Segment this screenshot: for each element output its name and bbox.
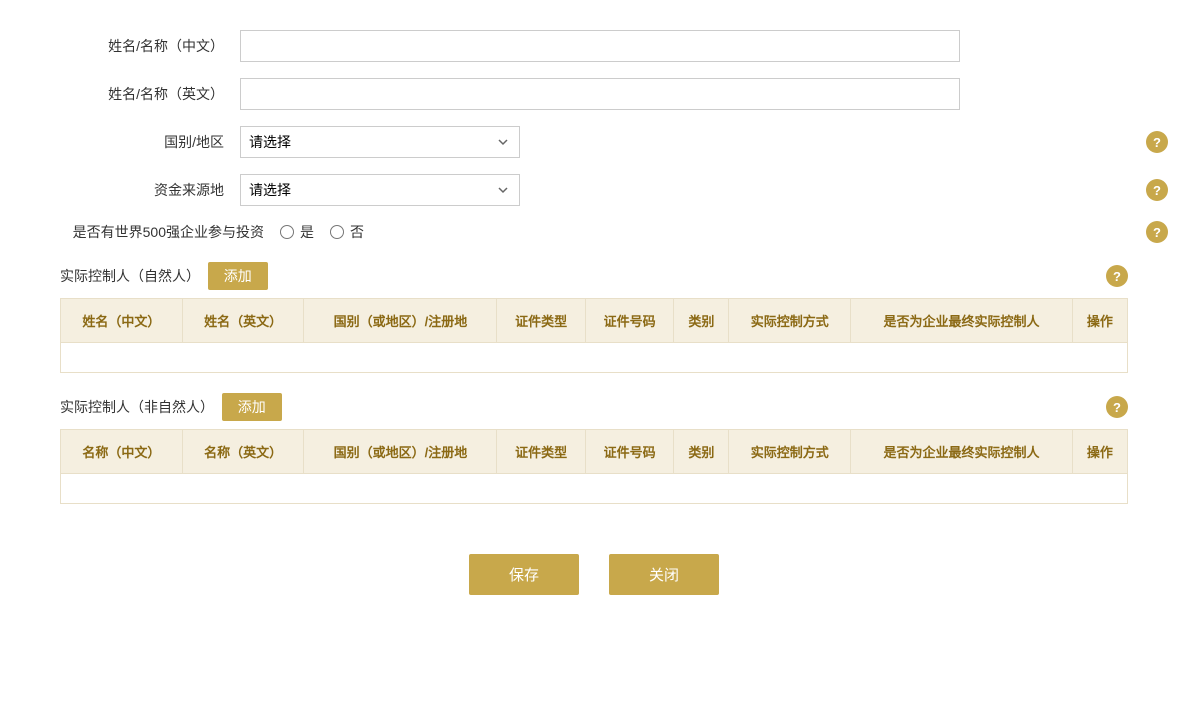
bottom-buttons: 保存 关闭: [60, 554, 1128, 595]
close-button[interactable]: 关闭: [609, 554, 719, 595]
non-natural-person-empty-row: [61, 474, 1128, 504]
col-org-name-en: 名称（英文）: [182, 430, 304, 474]
world500-radio-group: 是 否: [280, 222, 364, 242]
col-country: 国别（或地区）/注册地: [304, 299, 497, 343]
non-natural-person-table: 名称（中文） 名称（英文） 国别（或地区）/注册地 证件类型 证件号码 类别 实…: [60, 429, 1128, 504]
fund-source-select[interactable]: 请选择: [240, 174, 520, 206]
col-name-en: 姓名（英文）: [182, 299, 304, 343]
col-org-control-method: 实际控制方式: [729, 430, 851, 474]
col-org-operation: 操作: [1072, 430, 1127, 474]
name-cn-label: 姓名/名称（中文）: [60, 36, 240, 56]
fund-source-help-icon[interactable]: ?: [1146, 179, 1168, 201]
country-help-icon[interactable]: ?: [1146, 131, 1168, 153]
fund-source-label: 资金来源地: [60, 180, 240, 200]
natural-person-section: 实际控制人（自然人） 添加 ? 姓名（中文） 姓名（英文） 国别（或地区）/注册…: [60, 262, 1128, 373]
col-org-country: 国别（或地区）/注册地: [304, 430, 497, 474]
non-natural-person-empty-cell: [61, 474, 1128, 504]
natural-person-table: 姓名（中文） 姓名（英文） 国别（或地区）/注册地 证件类型 证件号码 类别 实…: [60, 298, 1128, 373]
col-cert-no: 证件号码: [585, 299, 673, 343]
col-operation: 操作: [1072, 299, 1127, 343]
name-cn-input[interactable]: [240, 30, 960, 62]
country-select[interactable]: 请选择: [240, 126, 520, 158]
natural-person-header: 实际控制人（自然人） 添加 ?: [60, 262, 1128, 290]
natural-person-empty-row: [61, 343, 1128, 373]
country-row: 国别/地区 请选择 ?: [60, 126, 1128, 158]
col-org-cert-type: 证件类型: [497, 430, 585, 474]
non-natural-person-help-icon[interactable]: ?: [1106, 396, 1128, 418]
col-org-cert-no: 证件号码: [585, 430, 673, 474]
natural-person-table-header: 姓名（中文） 姓名（英文） 国别（或地区）/注册地 证件类型 证件号码 类别 实…: [61, 299, 1128, 343]
name-en-label: 姓名/名称（英文）: [60, 84, 240, 104]
non-natural-person-table-header: 名称（中文） 名称（英文） 国别（或地区）/注册地 证件类型 证件号码 类别 实…: [61, 430, 1128, 474]
save-button[interactable]: 保存: [469, 554, 579, 595]
natural-person-help-icon[interactable]: ?: [1106, 265, 1128, 287]
world500-no-option[interactable]: 否: [330, 222, 364, 242]
world500-yes-label: 是: [300, 222, 314, 242]
world500-yes-option[interactable]: 是: [280, 222, 314, 242]
col-category: 类别: [674, 299, 729, 343]
natural-person-title: 实际控制人（自然人）: [60, 266, 200, 286]
world500-help-icon[interactable]: ?: [1146, 221, 1168, 243]
col-name-cn: 姓名（中文）: [61, 299, 183, 343]
main-form: 姓名/名称（中文） 姓名/名称（英文） 国别/地区 请选择 ? 资金来源地 请选…: [60, 30, 1128, 242]
natural-person-empty-cell: [61, 343, 1128, 373]
world500-no-radio[interactable]: [330, 225, 344, 239]
non-natural-person-header: 实际控制人（非自然人） 添加 ?: [60, 393, 1128, 421]
world500-yes-radio[interactable]: [280, 225, 294, 239]
non-natural-person-section: 实际控制人（非自然人） 添加 ? 名称（中文） 名称（英文） 国别（或地区）/注…: [60, 393, 1128, 504]
name-en-row: 姓名/名称（英文）: [60, 78, 1128, 110]
natural-person-add-button[interactable]: 添加: [208, 262, 268, 290]
col-org-name-cn: 名称（中文）: [61, 430, 183, 474]
non-natural-person-title: 实际控制人（非自然人）: [60, 397, 214, 417]
col-cert-type: 证件类型: [497, 299, 585, 343]
fund-source-row: 资金来源地 请选择 ?: [60, 174, 1128, 206]
non-natural-person-add-button[interactable]: 添加: [222, 393, 282, 421]
world500-row: 是否有世界500强企业参与投资 是 否 ?: [60, 222, 1128, 242]
world500-no-label: 否: [350, 222, 364, 242]
world500-label: 是否有世界500强企业参与投资: [60, 222, 280, 242]
country-label: 国别/地区: [60, 132, 240, 152]
col-is-ultimate: 是否为企业最终实际控制人: [851, 299, 1073, 343]
col-org-is-ultimate: 是否为企业最终实际控制人: [851, 430, 1073, 474]
name-cn-row: 姓名/名称（中文）: [60, 30, 1128, 62]
name-en-input[interactable]: [240, 78, 960, 110]
col-control-method: 实际控制方式: [729, 299, 851, 343]
col-org-category: 类别: [674, 430, 729, 474]
